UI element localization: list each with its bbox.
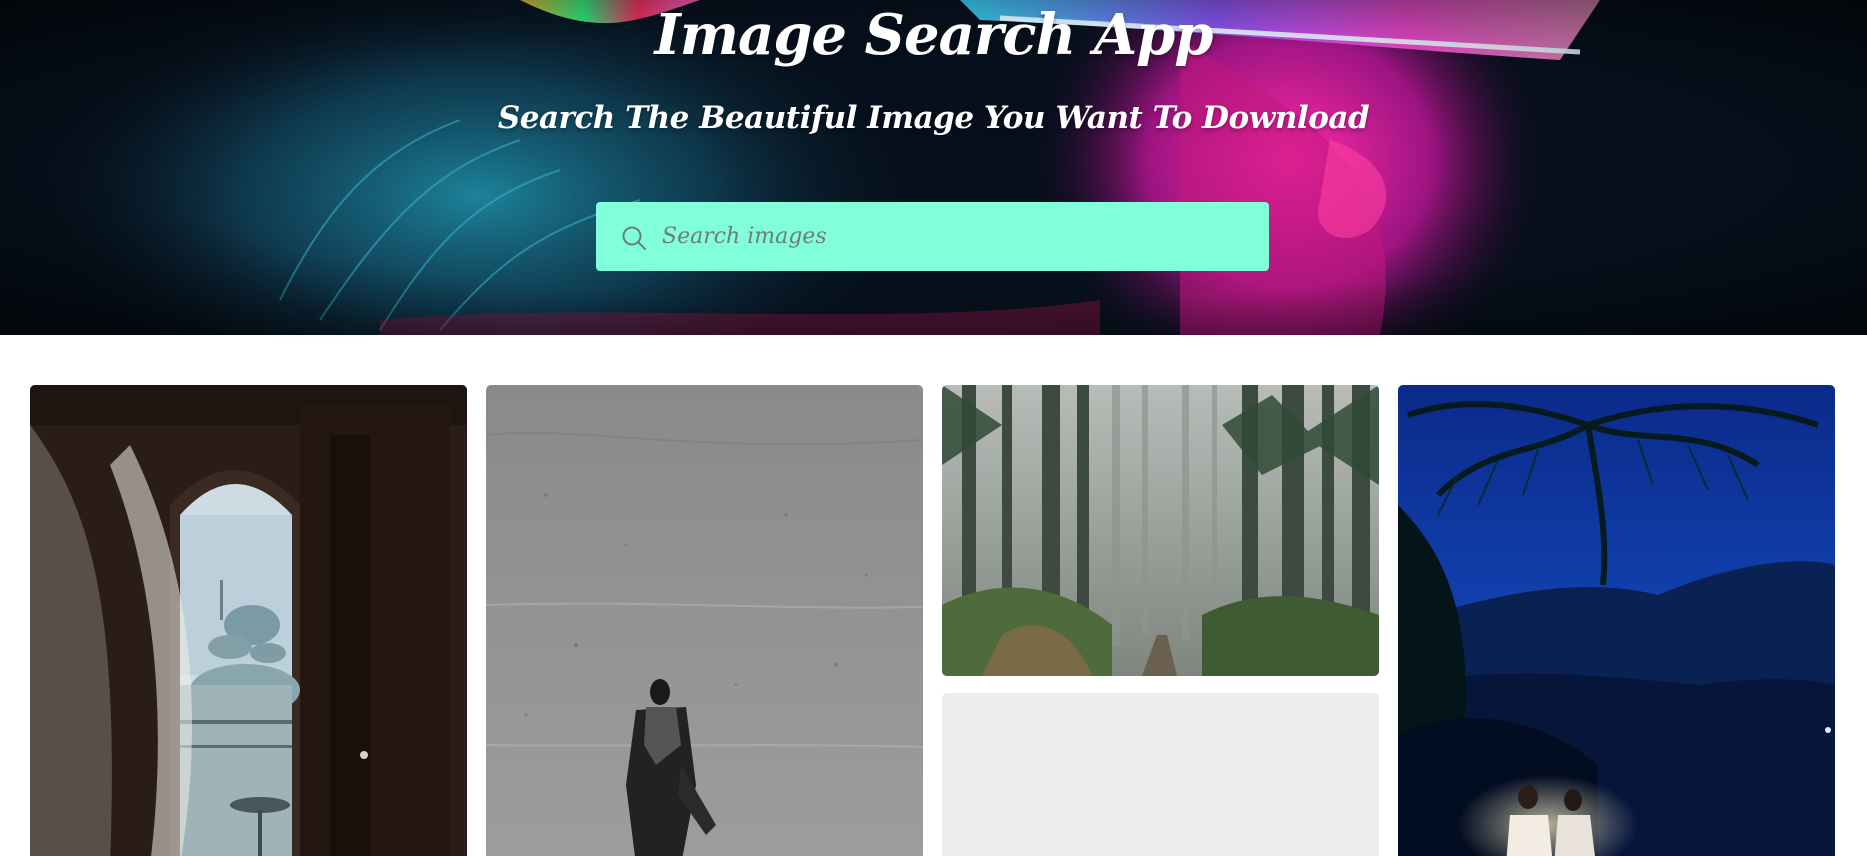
search-icon <box>622 226 646 250</box>
mosque-window-photo <box>30 385 467 856</box>
man-on-beach-photo <box>486 385 923 856</box>
hero-banner: Image Search App Search The Beautiful Im… <box>0 0 1867 335</box>
gallery-image-night-palm-couple[interactable] <box>1398 385 1835 856</box>
image-gallery <box>0 335 1867 856</box>
foggy-forest-photo <box>942 385 1379 676</box>
search-input[interactable] <box>662 202 1252 271</box>
gallery-image-foggy-forest[interactable] <box>942 385 1379 676</box>
page-subtitle: Search The Beautiful Image You Want To D… <box>497 100 1370 136</box>
night-palm-couple-photo <box>1398 385 1835 856</box>
page-title: Image Search App <box>654 2 1214 68</box>
gallery-image-man-on-beach[interactable] <box>486 385 923 856</box>
gallery-image-loading-placeholder <box>942 693 1379 856</box>
search-bar[interactable] <box>596 202 1269 271</box>
gallery-image-mosque-window[interactable] <box>30 385 467 856</box>
